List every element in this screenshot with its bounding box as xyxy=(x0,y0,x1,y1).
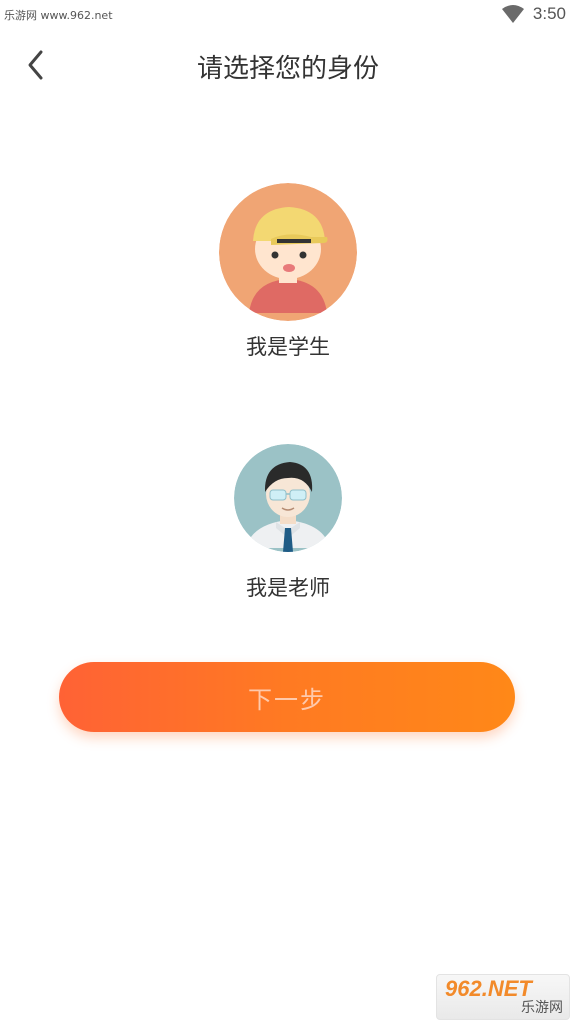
watermark-sub: 乐游网 xyxy=(521,1000,563,1016)
next-step-button[interactable]: 下一步 xyxy=(59,662,515,732)
header: 请选择您的身份 xyxy=(0,34,576,94)
role-label-student: 我是学生 xyxy=(246,335,330,359)
watermark-logo: 962.NET 乐游网 xyxy=(436,974,570,1020)
page-title: 请选择您的身份 xyxy=(196,54,379,84)
watermark-brand: 962.NET xyxy=(445,976,532,1001)
wifi-icon xyxy=(501,5,524,23)
status-bar: 乐游网 www.962.net 3:50 xyxy=(0,0,576,30)
role-option-teacher[interactable]: 我是老师 xyxy=(0,444,576,602)
role-option-student[interactable]: 我是学生 xyxy=(0,183,576,361)
status-time: 3:50 xyxy=(532,4,566,23)
teacher-avatar xyxy=(234,444,342,552)
status-indicators: 3:50 xyxy=(501,4,566,24)
student-avatar xyxy=(219,183,357,321)
role-label-teacher: 我是老师 xyxy=(246,576,330,600)
status-watermark: 乐游网 www.962.net xyxy=(4,9,113,22)
